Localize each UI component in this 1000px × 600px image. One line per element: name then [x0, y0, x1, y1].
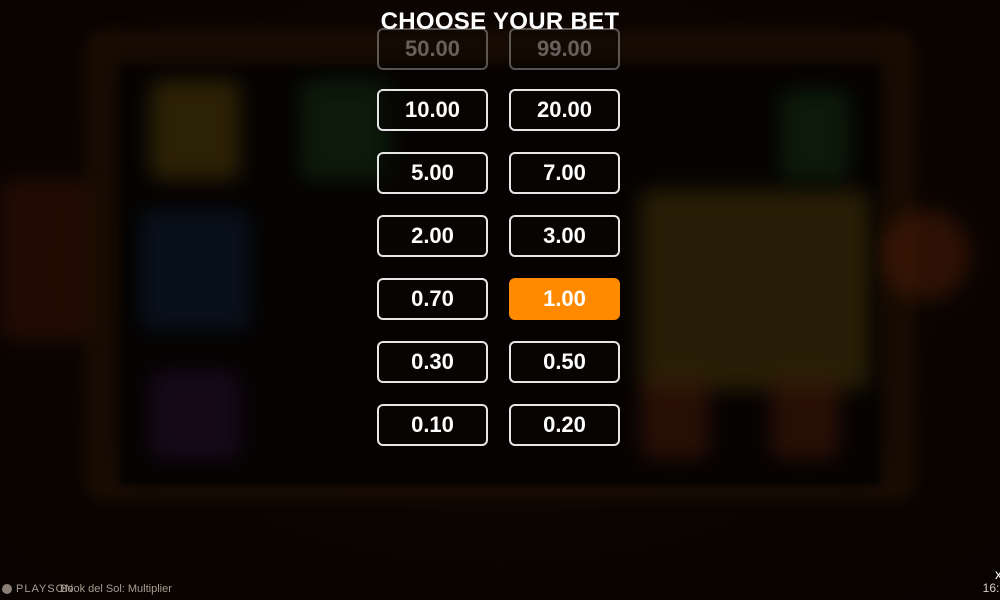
playson-logo-icon — [2, 584, 12, 594]
bet-option[interactable]: 3.00 — [509, 215, 620, 257]
bet-option[interactable]: 20.00 — [509, 89, 620, 131]
game-title: Book del Sol: Multiplier — [60, 583, 172, 595]
clock: 16:5 — [982, 581, 1000, 595]
bet-option[interactable]: 0.50 — [509, 341, 620, 383]
bet-option-selected[interactable]: 1.00 — [509, 278, 620, 320]
bet-option[interactable]: 0.70 — [377, 278, 488, 320]
bet-option[interactable]: 7.00 — [509, 152, 620, 194]
bet-option[interactable]: 5.00 — [377, 152, 488, 194]
bet-option[interactable]: 10.00 — [377, 89, 488, 131]
bet-option[interactable]: 0.10 — [377, 404, 488, 446]
bet-options-grid[interactable]: 50.00 99.00 10.00 20.00 5.00 7.00 2.00 3… — [377, 0, 623, 460]
bet-option[interactable]: 0.20 — [509, 404, 620, 446]
close-icon[interactable]: x — [995, 566, 1000, 582]
bet-option[interactable]: 50.00 — [377, 28, 488, 70]
bet-option[interactable]: 0.30 — [377, 341, 488, 383]
footer-bar: PLAYSON Book del Sol: Multiplier x 16:5 — [0, 566, 1000, 600]
bet-option[interactable]: 99.00 — [509, 28, 620, 70]
bet-option[interactable]: 2.00 — [377, 215, 488, 257]
